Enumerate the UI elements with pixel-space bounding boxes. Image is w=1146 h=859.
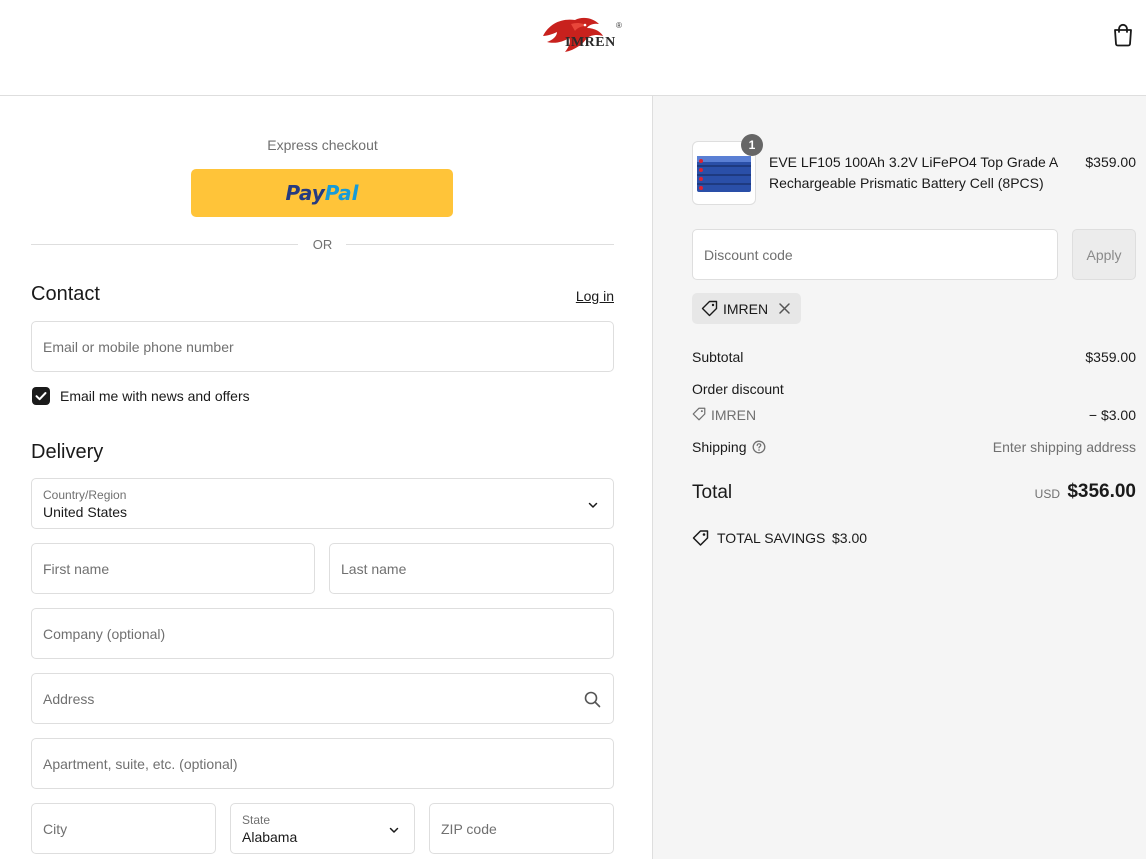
search-icon[interactable] bbox=[584, 691, 601, 708]
country-value: United States bbox=[43, 504, 128, 520]
last-name-field[interactable]: Last name bbox=[329, 543, 614, 594]
tag-icon bbox=[692, 407, 706, 421]
login-link[interactable]: Log in bbox=[560, 288, 614, 304]
checkmark-icon bbox=[35, 392, 47, 401]
zip-field[interactable]: ZIP code bbox=[429, 803, 614, 854]
total-label: Total bbox=[692, 482, 733, 503]
order-discount-value: − $3.00 bbox=[1088, 407, 1136, 423]
newsletter-label: Email me with news and offers bbox=[60, 388, 250, 404]
checkout-form: Express checkout Pay Pal OR Contact Log i… bbox=[0, 96, 652, 859]
shopping-bag-icon[interactable] bbox=[1112, 23, 1134, 47]
brand-name: IMREN bbox=[565, 35, 616, 50]
city-field[interactable]: City bbox=[31, 803, 216, 854]
paypal-button[interactable]: Pay Pal bbox=[191, 169, 453, 217]
apartment-placeholder: Apartment, suite, etc. (optional) bbox=[43, 756, 238, 772]
tag-icon bbox=[701, 300, 718, 317]
last-name-placeholder: Last name bbox=[341, 561, 407, 577]
savings-tag-icon bbox=[692, 530, 709, 546]
quantity-badge: 1 bbox=[741, 134, 763, 156]
contact-title: Contact bbox=[31, 283, 100, 305]
email-field[interactable]: Email or mobile phone number bbox=[31, 321, 614, 372]
country-label: Country/Region bbox=[43, 488, 127, 502]
first-name-field[interactable]: First name bbox=[31, 543, 315, 594]
discount-code-field[interactable]: Discount code bbox=[692, 229, 1058, 280]
applied-discount-chip: IMREN bbox=[692, 293, 801, 324]
apply-button[interactable]: Apply bbox=[1072, 229, 1136, 280]
help-icon[interactable] bbox=[752, 440, 766, 454]
express-checkout-title: Express checkout bbox=[267, 137, 378, 153]
shipping-label: Shipping bbox=[692, 439, 747, 455]
email-placeholder: Email or mobile phone number bbox=[43, 339, 234, 355]
chevron-down-icon bbox=[389, 827, 399, 833]
company-field[interactable]: Company (optional) bbox=[31, 608, 614, 659]
state-value: Alabama bbox=[242, 829, 298, 845]
subtotal-value: $359.00 bbox=[1085, 349, 1136, 365]
zip-placeholder: ZIP code bbox=[441, 821, 497, 837]
applied-code: IMREN bbox=[723, 301, 769, 317]
order-discount-label: Order discount bbox=[692, 381, 784, 397]
registered-mark: ® bbox=[616, 21, 622, 30]
paypal-logo-part2: Pal bbox=[324, 181, 359, 205]
or-divider: OR bbox=[31, 236, 614, 252]
newsletter-checkbox[interactable] bbox=[32, 387, 50, 405]
paypal-logo-part1: Pay bbox=[285, 181, 325, 205]
apartment-field[interactable]: Apartment, suite, etc. (optional) bbox=[31, 738, 614, 789]
address-placeholder: Address bbox=[43, 691, 95, 707]
total-value: $356.00 bbox=[1067, 481, 1136, 502]
brand-logo[interactable]: IMREN ® bbox=[541, 14, 631, 56]
country-select[interactable]: Country/Region United States bbox=[31, 478, 614, 529]
or-text: OR bbox=[312, 237, 333, 252]
close-icon[interactable] bbox=[778, 302, 791, 315]
company-placeholder: Company (optional) bbox=[43, 626, 166, 642]
city-placeholder: City bbox=[43, 821, 68, 837]
subtotal-label: Subtotal bbox=[692, 349, 744, 365]
state-label: State bbox=[242, 813, 271, 827]
state-select[interactable]: State Alabama bbox=[230, 803, 415, 854]
order-discount-code: IMREN bbox=[711, 407, 757, 423]
address-field[interactable]: Address bbox=[31, 673, 614, 724]
site-header: IMREN ® bbox=[0, 0, 1146, 96]
product-name: EVE LF105 100Ah 3.2V LiFePO4 Top Grade A… bbox=[769, 154, 1058, 191]
savings-label: TOTAL SAVINGS bbox=[717, 530, 826, 546]
discount-placeholder: Discount code bbox=[704, 247, 793, 263]
shipping-value: Enter shipping address bbox=[992, 439, 1136, 455]
delivery-title: Delivery bbox=[31, 441, 104, 463]
savings-value: $3.00 bbox=[832, 530, 868, 546]
first-name-placeholder: First name bbox=[43, 561, 110, 577]
product-price: $359.00 bbox=[1085, 154, 1136, 170]
order-summary: 1 EVE LF105 100Ah 3.2V LiFePO4 Top Grade… bbox=[652, 96, 1146, 859]
chevron-down-icon bbox=[588, 502, 598, 508]
